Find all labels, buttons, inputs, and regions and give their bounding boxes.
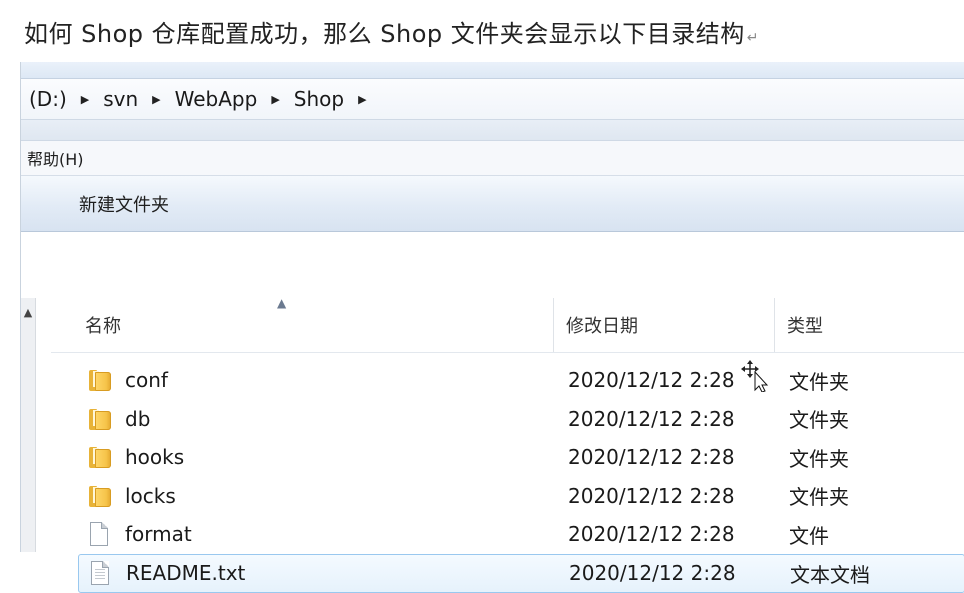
file-date: 2020/12/12 2:28 [568, 445, 735, 470]
file-name: README.txt [126, 561, 246, 585]
folder-icon [87, 483, 111, 509]
file-name: db [125, 406, 151, 431]
triangle-right-icon[interactable]: ▶ [81, 93, 89, 106]
triangle-right-icon[interactable]: ▶ [271, 93, 279, 106]
explorer-window: (D:) ▶ svn ▶ WebApp ▶ Shop ▶ 帮助(H) 新建文件夹… [20, 62, 964, 593]
breadcrumb-shop[interactable]: Shop [292, 85, 346, 113]
file-list: conf 2020/12/12 2:28 文件夹 db 2020/12/12 2… [78, 361, 964, 593]
file-date: 2020/12/12 2:28 [569, 561, 736, 585]
move-cursor-icon [741, 360, 769, 392]
column-header-date[interactable]: 修改日期 [554, 298, 775, 352]
sort-ascending-icon: ▲ [277, 296, 287, 310]
file-type: 文本文档 [790, 562, 870, 587]
triangle-right-icon[interactable]: ▶ [152, 93, 160, 106]
column-header-name[interactable]: ▲ 名称 [51, 296, 554, 352]
file-name: conf [125, 368, 168, 393]
file-type: 文件夹 [789, 369, 849, 394]
menu-bar: 帮助(H) [21, 141, 964, 176]
command-bar: 新建文件夹 [21, 176, 964, 232]
new-folder-button[interactable]: 新建文件夹 [79, 191, 169, 217]
file-row-conf[interactable]: conf 2020/12/12 2:28 文件夹 [81, 361, 964, 400]
caption: 如何 Shop 仓库配置成功，那么 Shop 文件夹会显示以下目录结构 ↵ [24, 14, 759, 54]
file-type: 文件 [789, 523, 829, 548]
folder-icon [87, 444, 111, 470]
address-bar-bottom [21, 119, 964, 141]
file-date: 2020/12/12 2:28 [568, 406, 735, 431]
scroll-up-arrow-icon[interactable]: ▲ [21, 306, 35, 319]
vertical-scrollbar[interactable]: ▲ [21, 298, 36, 552]
address-bar-top [21, 62, 964, 79]
file-name: hooks [125, 445, 185, 470]
breadcrumb-svn[interactable]: svn [101, 85, 140, 113]
file-icon [87, 521, 111, 547]
breadcrumb-drive[interactable]: (D:) [27, 85, 69, 113]
text-file-icon [88, 560, 112, 586]
column-header: ▲ 名称 修改日期 类型 [51, 296, 964, 353]
file-type: 文件夹 [789, 408, 849, 433]
file-row-locks[interactable]: locks 2020/12/12 2:28 文件夹 [81, 477, 964, 516]
folder-icon [87, 406, 111, 432]
file-type: 文件夹 [789, 446, 849, 471]
file-list-pane: ▲ ▲ 名称 修改日期 类型 conf 2020/12/12 2:28 文件夹 [21, 296, 964, 593]
breadcrumb[interactable]: (D:) ▶ svn ▶ WebApp ▶ Shop ▶ [21, 79, 964, 119]
column-header-name-label: 名称 [85, 316, 121, 337]
folder-icon [87, 367, 111, 393]
caption-text: 如何 Shop 仓库配置成功，那么 Shop 文件夹会显示以下目录结构 [24, 20, 745, 48]
file-name: format [125, 522, 192, 547]
file-date: 2020/12/12 2:28 [568, 483, 735, 508]
file-date: 2020/12/12 2:28 [568, 522, 735, 547]
breadcrumb-webapp[interactable]: WebApp [173, 85, 260, 113]
return-mark: ↵ [746, 30, 759, 46]
triangle-right-icon[interactable]: ▶ [358, 93, 366, 106]
column-header-date-label: 修改日期 [566, 316, 638, 337]
column-header-type-label: 类型 [787, 316, 823, 337]
file-row-readme[interactable]: README.txt 2020/12/12 2:28 文本文档 [78, 553, 964, 593]
column-header-type[interactable]: 类型 [775, 298, 964, 352]
file-name: locks [125, 483, 176, 508]
file-row-format[interactable]: format 2020/12/12 2:28 文件 [81, 515, 964, 554]
menu-help[interactable]: 帮助(H) [27, 146, 84, 170]
file-row-db[interactable]: db 2020/12/12 2:28 文件夹 [81, 400, 964, 439]
file-type: 文件夹 [789, 485, 849, 510]
file-row-hooks[interactable]: hooks 2020/12/12 2:28 文件夹 [81, 438, 964, 477]
